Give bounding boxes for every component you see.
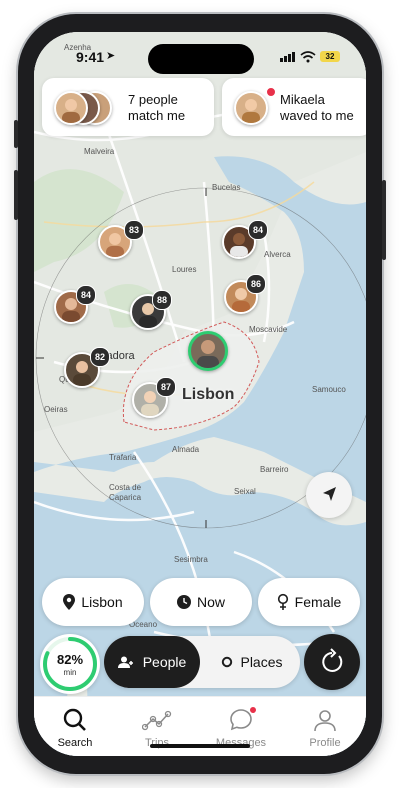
people-icon xyxy=(117,656,133,668)
svg-text:Barreiro: Barreiro xyxy=(260,465,289,474)
location-filter-label: Lisbon xyxy=(81,594,123,610)
tab-search-label: Search xyxy=(57,737,93,749)
map-city-label: Lisbon xyxy=(182,386,235,403)
refresh-button[interactable] xyxy=(304,634,360,690)
time-filter-chip[interactable]: Now xyxy=(150,578,252,626)
places-mode-label: Places xyxy=(240,654,283,670)
match-badge: 83 xyxy=(124,220,144,240)
home-indicator xyxy=(150,744,250,748)
wifi-icon xyxy=(300,51,316,63)
notification-line: 7 people xyxy=(128,92,178,107)
gender-filter-chip[interactable]: Female xyxy=(258,578,360,626)
svg-text:Almada: Almada xyxy=(172,445,200,454)
match-percent-unit: min xyxy=(63,668,77,677)
status-bar: 9:41 ➤ 32 xyxy=(34,32,366,78)
wave-card[interactable]: Mikaela waved to me xyxy=(222,78,366,136)
match-badge: 88 xyxy=(152,290,172,310)
side-button xyxy=(382,180,386,260)
profile-icon xyxy=(314,710,336,732)
notification-line: Mikaela xyxy=(280,92,325,107)
svg-text:Loures: Loures xyxy=(172,265,196,274)
svg-text:Samouco: Samouco xyxy=(312,385,346,394)
notification-line: match me xyxy=(128,108,186,123)
svg-text:Caparica: Caparica xyxy=(109,493,142,502)
places-mode-button[interactable]: Places xyxy=(204,636,300,688)
refresh-icon xyxy=(322,648,343,672)
match-percent-indicator[interactable]: 82% min xyxy=(40,634,100,694)
svg-text:Sesimbra: Sesimbra xyxy=(174,555,208,564)
match-badge: 84 xyxy=(76,285,96,305)
notification-line: waved to me xyxy=(280,108,354,123)
pin-icon xyxy=(63,594,76,610)
svg-text:Bucelas: Bucelas xyxy=(212,183,240,192)
gender-filter-label: Female xyxy=(294,594,342,610)
side-button xyxy=(14,170,18,220)
places-icon xyxy=(222,656,233,668)
mode-toggle: People Places xyxy=(104,636,300,688)
people-mode-label: People xyxy=(142,654,187,670)
svg-text:Malveira: Malveira xyxy=(84,147,115,156)
unread-dot xyxy=(266,87,276,97)
match-badge: 84 xyxy=(248,220,268,240)
match-percent-value: 82% xyxy=(56,652,84,667)
match-badge: 86 xyxy=(246,274,266,294)
match-badge: 82 xyxy=(90,347,110,367)
search-icon xyxy=(63,708,86,731)
waver-avatar xyxy=(234,91,268,125)
my-location-avatar[interactable] xyxy=(188,331,228,371)
time-filter-label: Now xyxy=(196,594,225,610)
svg-text:Moscavide: Moscavide xyxy=(249,325,288,334)
trips-icon xyxy=(142,710,172,731)
svg-text:Oeiras: Oeiras xyxy=(44,405,68,414)
female-symbol-icon xyxy=(277,593,288,610)
dynamic-island xyxy=(148,44,254,74)
tab-profile-label: Profile xyxy=(309,737,341,749)
battery-indicator: 32 xyxy=(320,51,340,62)
svg-text:Seixal: Seixal xyxy=(234,487,256,496)
signal-icon xyxy=(280,52,295,62)
people-mode-button[interactable]: People xyxy=(104,636,200,688)
svg-text:Trafaria: Trafaria xyxy=(109,453,137,462)
location-filter-chip[interactable]: Lisbon xyxy=(42,578,144,626)
clock-icon xyxy=(176,595,191,609)
app-screen: Azenha Malveira Bucelas Loures Alverca Q… xyxy=(34,32,366,756)
match-count-card[interactable]: 7 people match me xyxy=(42,78,214,136)
stacked-avatar xyxy=(54,91,88,125)
svg-text:Costa de: Costa de xyxy=(109,483,142,492)
location-arrow-icon: ➤ xyxy=(106,50,116,62)
navigation-arrow-icon xyxy=(323,487,336,501)
status-time: 9:41 xyxy=(76,49,105,65)
tab-search[interactable]: Search xyxy=(40,705,110,753)
tab-profile[interactable]: Profile xyxy=(290,705,360,753)
messages-unread-dot xyxy=(250,707,256,713)
svg-text:Alverca: Alverca xyxy=(264,250,291,259)
side-button xyxy=(14,120,18,148)
match-badge: 87 xyxy=(156,377,176,397)
recenter-button[interactable] xyxy=(306,472,352,518)
